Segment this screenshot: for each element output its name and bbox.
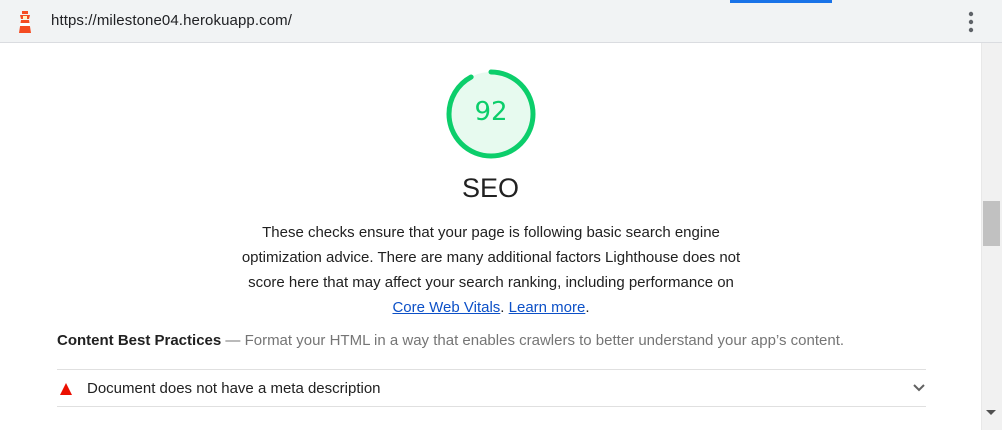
audit-group-header: Content Best Practices — Format your HTM…	[57, 332, 844, 349]
scroll-down-arrow-icon[interactable]	[986, 410, 996, 415]
lighthouse-icon	[19, 11, 31, 33]
link-separator: .	[500, 299, 505, 316]
link-end: .	[585, 299, 590, 316]
more-vert-icon[interactable]	[966, 10, 976, 34]
group-description: Format your HTML in a way that enables c…	[244, 332, 845, 349]
learn-more-link[interactable]: Learn more	[509, 299, 586, 316]
url-bar: https://milestone04.herokuapp.com/	[0, 0, 1002, 43]
score-value: 92	[474, 97, 508, 127]
group-title: Content Best Practices	[57, 332, 222, 349]
category-title: SEO	[461, 173, 520, 203]
group-separator: —	[225, 332, 241, 349]
audit-row[interactable]: Document does not have a meta descriptio…	[57, 369, 926, 407]
description-text: These checks ensure that your page is fo…	[241, 224, 741, 291]
active-tab-indicator	[730, 0, 832, 3]
category-description: These checks ensure that your page is fo…	[228, 220, 754, 320]
fail-triangle-icon	[60, 383, 72, 395]
page-url[interactable]: https://milestone04.herokuapp.com/	[51, 12, 292, 29]
audit-title[interactable]: Document does not have a meta descriptio…	[87, 380, 381, 397]
scrollbar-thumb[interactable]	[983, 201, 1000, 246]
chevron-down-icon[interactable]	[912, 382, 926, 394]
core-web-vitals-link[interactable]: Core Web Vitals	[392, 299, 500, 316]
